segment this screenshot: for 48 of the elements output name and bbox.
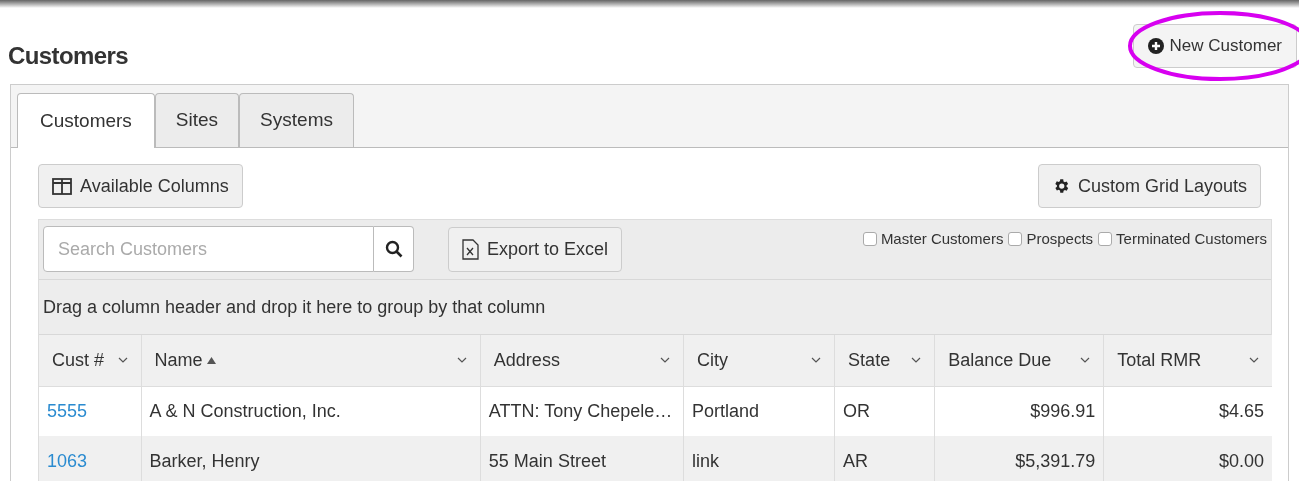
chevron-down-icon[interactable] <box>1080 357 1091 364</box>
chevron-down-icon[interactable] <box>117 357 128 364</box>
customer-number-link[interactable]: 5555 <box>47 400 88 421</box>
filter-label: Prospects <box>1026 229 1094 249</box>
table-cell: ATTN: Tony Chepele… <box>480 386 684 436</box>
table-cell: A & N Construction, Inc. <box>141 386 481 436</box>
tab[interactable]: Sites <box>154 93 240 147</box>
table-cell: $4.65 <box>1103 386 1272 436</box>
column-header[interactable]: Name <box>141 335 481 386</box>
columns-icon <box>52 177 72 195</box>
column-header[interactable]: Cust # <box>39 335 142 386</box>
table-cell: $996.91 <box>934 386 1104 436</box>
chevron-down-icon[interactable] <box>1249 357 1259 364</box>
chevron-down-icon[interactable] <box>811 357 822 364</box>
table-cell: Portland <box>683 386 835 436</box>
column-header[interactable]: State <box>834 335 935 386</box>
filter-checkbox[interactable] <box>862 232 877 247</box>
filter-checkbox[interactable] <box>1098 232 1113 247</box>
custom-grid-layouts-button[interactable]: Custom Grid Layouts <box>1037 164 1261 208</box>
column-header[interactable]: City <box>683 335 835 386</box>
chevron-down-icon[interactable] <box>456 357 467 364</box>
filter-checkbox[interactable] <box>1008 232 1023 247</box>
export-to-excel-button[interactable]: Export to Excel <box>448 226 623 272</box>
column-header[interactable]: Address <box>480 335 684 386</box>
table-cell: OR <box>834 386 935 436</box>
available-columns-button[interactable]: Available Columns <box>38 164 243 208</box>
tab[interactable]: Customers <box>17 93 155 148</box>
table-cell: Barker, Henry <box>141 436 481 481</box>
chevron-down-icon[interactable] <box>660 357 670 364</box>
tab[interactable]: Systems <box>239 93 354 147</box>
table-cell: $5,391.79 <box>934 436 1104 481</box>
plus-circle-icon <box>1147 38 1164 54</box>
table-cell: AR <box>834 436 935 481</box>
filter-label: Master Customers <box>880 229 1004 249</box>
search-button[interactable] <box>374 226 414 272</box>
chevron-down-icon[interactable] <box>911 357 922 364</box>
excel-file-icon <box>462 238 479 260</box>
group-by-hint: Drag a column header and drop it here to group by that column <box>43 295 546 319</box>
column-header[interactable]: Balance Due <box>934 335 1104 386</box>
page-title: Customers <box>8 41 128 71</box>
table-cell: $0.00 <box>1103 436 1272 481</box>
filter-label: Terminated Customers <box>1116 229 1267 249</box>
column-header[interactable]: Total RMR <box>1103 335 1272 386</box>
search-field[interactable]: Search Customers <box>43 226 374 272</box>
table-cell: link <box>683 436 835 481</box>
new-customer-button[interactable]: New Customer <box>1132 24 1297 68</box>
table-cell: 55 Main Street <box>480 436 684 481</box>
search-icon <box>384 240 403 258</box>
